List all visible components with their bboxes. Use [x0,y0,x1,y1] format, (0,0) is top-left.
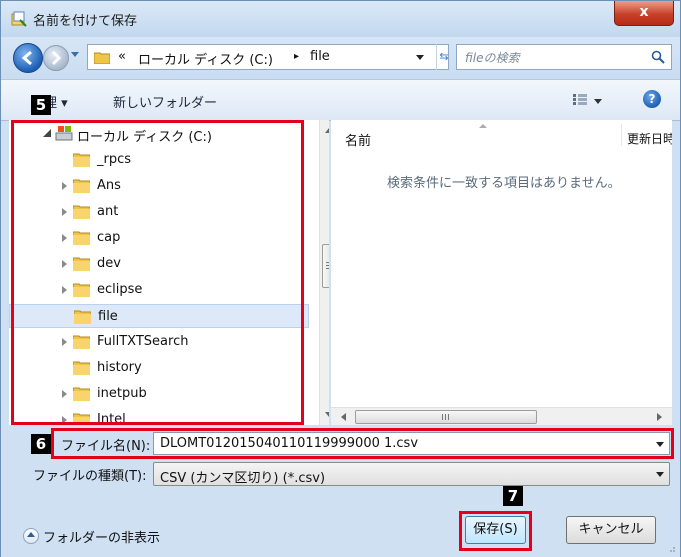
search-input[interactable]: fileの検索 [465,49,519,66]
scroll-right-icon[interactable] [657,413,662,421]
filetype-value: CSV (カンマ区切り) (*.csv) [160,471,326,486]
list-scroll-thumb[interactable] [355,410,537,424]
tree-scrollbar[interactable] [319,120,329,425]
breadcrumb-separator[interactable]: ▸ [294,51,299,62]
annotation-box-tree [11,120,304,425]
annotation-box-save [459,511,532,551]
breadcrumb-local-disk[interactable]: ローカル ディスク (C:) [138,49,273,68]
annotation-box-filename [51,428,674,459]
back-button[interactable] [13,43,43,73]
address-dropdown-icon[interactable] [416,55,424,60]
arrow-left-icon [21,50,32,66]
forward-button[interactable] [43,45,69,71]
breadcrumb-overflow[interactable]: « [118,49,126,64]
refresh-icon[interactable]: ⇆ [436,44,451,70]
scroll-left-icon[interactable] [341,413,346,421]
view-options-icon[interactable] [573,94,587,105]
address-bar[interactable]: « ローカル ディスク (C:) ▸ file ⇆ [87,44,449,70]
search-box[interactable]: fileの検索 [456,44,672,70]
command-bar: 整理 ▾ 新しいフォルダー ? [1,79,680,121]
empty-list-message: 検索条件に一致する項目はありません。 [387,176,621,191]
help-icon[interactable]: ? [643,90,661,108]
history-dropdown-icon[interactable] [71,52,79,57]
cancel-button[interactable]: キャンセル [566,516,656,544]
tree-scroll-thumb[interactable] [322,244,329,288]
list-horizontal-scrollbar[interactable] [331,407,672,425]
new-folder-button[interactable]: 新しいフォルダー [113,92,217,111]
save-dialog-icon [11,11,27,27]
sort-arrow-icon [479,124,487,128]
search-icon [651,50,665,64]
column-header-date[interactable]: 更新日時 [627,130,672,147]
window-title: 名前を付けて保存 [33,14,138,29]
close-button[interactable]: x [614,1,674,26]
hide-folders-toggle[interactable]: フォルダーの非表示 [43,527,160,546]
scroll-down-icon[interactable] [325,412,329,417]
annotation-marker-5: 5 [31,95,51,115]
view-dropdown-icon[interactable] [594,99,602,104]
save-as-dialog: 名前を付けて保存 x « ローカル ディスク (C:) ▸ file ⇆ fil… [0,0,681,557]
hide-folders-icon[interactable] [23,528,39,544]
breadcrumb-file[interactable]: file [310,49,330,64]
folder-icon [94,52,110,64]
title-bar: 名前を付けて保存 x [1,1,680,37]
annotation-marker-7: 7 [503,486,523,506]
column-header-name[interactable]: 名前 [345,130,371,149]
filetype-label: ファイルの種類(T): [33,469,147,484]
dialog-footer: フォルダーの非表示 保存(S) キャンセル [1,491,680,557]
filetype-select[interactable]: CSV (カンマ区切り) (*.csv) [153,462,670,486]
scroll-up-icon[interactable] [325,128,329,133]
file-list[interactable]: 名前 更新日時 検索条件に一致する項目はありません。 [331,120,672,425]
filetype-dropdown-icon[interactable] [656,472,664,477]
annotation-marker-6: 6 [31,434,51,454]
column-separator[interactable] [621,124,622,146]
arrow-right-icon [51,50,62,66]
resize-grip-icon[interactable] [666,543,676,553]
navigation-bar: « ローカル ディスク (C:) ▸ file ⇆ fileの検索 [1,37,680,79]
